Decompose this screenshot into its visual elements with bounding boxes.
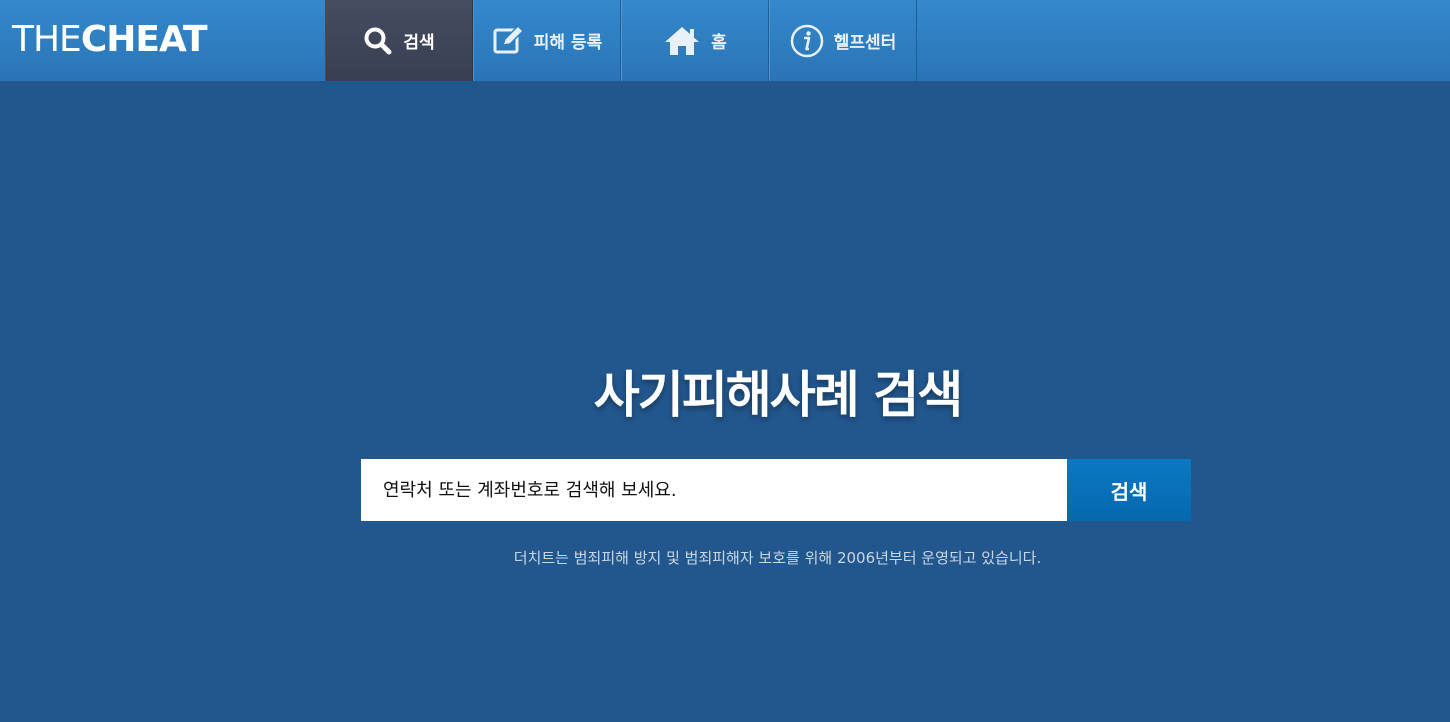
logo-text-bold: CHEAT (80, 19, 208, 60)
search-input[interactable] (361, 459, 1067, 521)
top-navigation-bar: THE CHEAT 검색 피해 등록 홈 헬프센터 (0, 0, 1450, 82)
nav-item-help[interactable]: 헬프센터 (769, 0, 917, 81)
service-notice: 더치트는 범죄피해 방지 및 범죄피해자 보호를 위해 2006년부터 운영되고… (513, 549, 1042, 567)
edit-icon (492, 24, 524, 57)
home-icon (663, 25, 701, 57)
nav-item-label: 홈 (711, 33, 727, 53)
page-title: 사기피해사례 검색 (593, 366, 963, 424)
nav-item-home[interactable]: 홈 (621, 0, 769, 81)
nav-item-search[interactable]: 검색 (325, 0, 473, 81)
nav-item-report[interactable]: 피해 등록 (473, 0, 621, 81)
info-icon (790, 24, 824, 58)
main-nav: 검색 피해 등록 홈 헬프센터 (325, 0, 917, 81)
logo-text-light: THE (12, 19, 82, 60)
search-icon (363, 26, 393, 56)
thecheat-logo[interactable]: THE CHEAT (12, 18, 208, 62)
nav-item-label: 검색 (403, 33, 435, 53)
nav-item-label: 헬프센터 (833, 33, 897, 53)
search-button[interactable]: 검색 (1067, 459, 1191, 521)
search-form: 검색 (361, 459, 1191, 521)
nav-item-label: 피해 등록 (533, 33, 603, 53)
